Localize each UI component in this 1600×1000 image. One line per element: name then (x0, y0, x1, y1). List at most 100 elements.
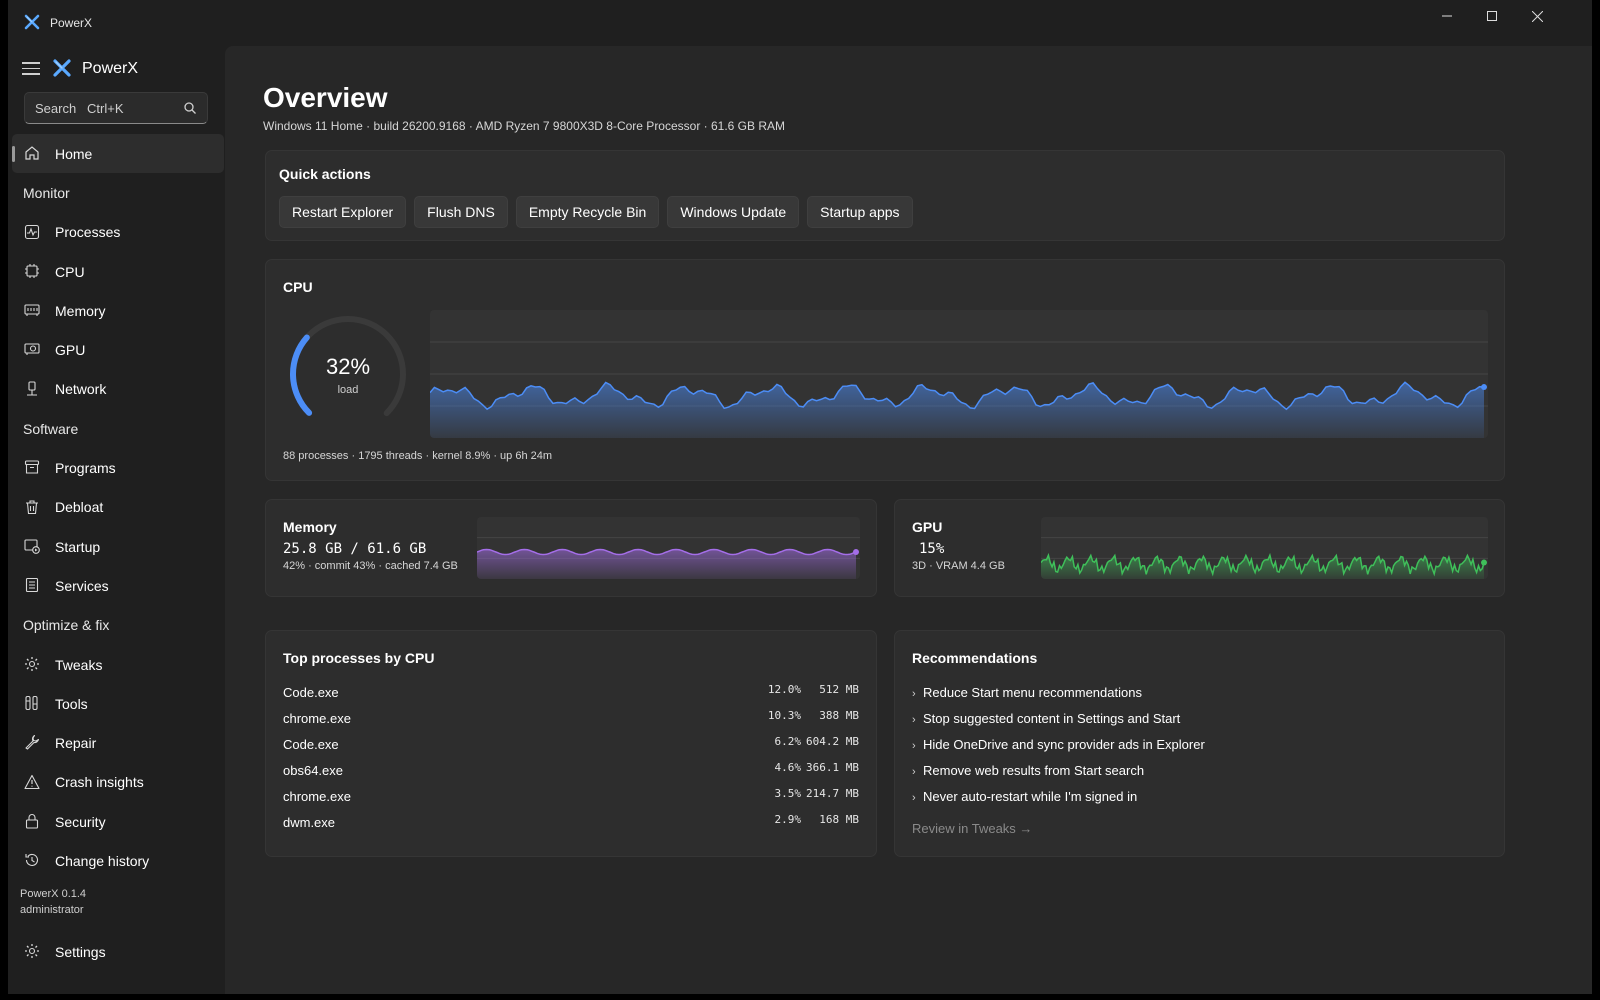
sidebar-item-tweaks[interactable]: Tweaks (8, 645, 228, 684)
home-icon (25, 146, 39, 160)
gpu-history-chart (1041, 517, 1488, 579)
process-row[interactable]: Code.exe 12.0% 512 MB (283, 683, 859, 705)
process-row[interactable]: chrome.exe 10.3% 388 MB (283, 709, 859, 731)
recommendations-card: Recommendations › Reduce Start menu recom… (894, 630, 1505, 857)
sidebar-footer: PowerX 0.1.4 administrator (20, 886, 86, 918)
memory-history-sparkline (477, 537, 860, 579)
sidebar-item-programs[interactable]: Programs (8, 448, 228, 487)
sidebar-item-network[interactable]: Network (8, 370, 228, 409)
network-icon (27, 381, 37, 396)
cpu-card: CPU 32% load 88 processes · 1795 threads… (265, 259, 1505, 481)
search-input[interactable]: Search Ctrl+K (24, 92, 208, 124)
recommendation-text: Stop suggested content in Settings and S… (923, 711, 1181, 726)
gpu-detail: 3D · VRAM 4.4 GB (912, 560, 1005, 572)
app-logo-icon (24, 14, 40, 30)
sidebar-item-crash-insights[interactable]: Crash insights (8, 763, 228, 802)
sidebar-item-label: Network (55, 381, 107, 398)
chevron-right-icon: › (912, 688, 916, 700)
sparkline-current-point (1481, 559, 1487, 566)
memory-icon (24, 304, 40, 317)
sidebar-item-gpu[interactable]: GPU (8, 330, 228, 369)
sidebar-item-label: Processes (55, 224, 121, 241)
sidebar-item-label: Tweaks (55, 656, 103, 673)
review-in-tweaks-link[interactable]: Review in Tweaks → (912, 821, 1032, 836)
hamburger-menu-icon[interactable] (22, 62, 40, 76)
sidebar-item-services[interactable]: Services (8, 566, 228, 605)
sparkline-current-point (1481, 384, 1487, 391)
empty-recycle-bin-button[interactable]: Empty Recycle Bin (515, 196, 660, 228)
process-name: chrome.exe (283, 711, 351, 726)
system-summary: Windows 11 Home · build 26200.9168 · AMD… (263, 119, 786, 133)
memory-history-chart (477, 517, 860, 579)
cpu-stats: 88 processes · 1795 threads · kernel 8.9… (283, 450, 553, 462)
recommendation-item[interactable]: › Remove web results from Start search (912, 763, 1144, 783)
process-cpu: 2.9% (774, 813, 802, 826)
sidebar-item-label: Startup (55, 538, 101, 555)
cpu-card-title: CPU (283, 279, 313, 295)
windows-update-button[interactable]: Windows Update (667, 196, 800, 228)
process-row[interactable]: chrome.exe 3.5% 214.7 MB (283, 787, 859, 809)
restart-explorer-button[interactable]: Restart Explorer (279, 196, 407, 228)
history-icon (25, 854, 39, 867)
sparkline-current-point (853, 549, 859, 555)
sidebar-nav: Home Monitor Processes CPU Memory GPU Ne… (8, 134, 228, 881)
sidebar-item-tools[interactable]: Tools (8, 684, 228, 723)
recommendation-item[interactable]: › Stop suggested content in Settings and … (912, 711, 1180, 731)
warning-icon (24, 774, 40, 789)
nav-group-monitor: Monitor (23, 184, 70, 201)
sidebar-item-processes[interactable]: Processes (8, 213, 228, 252)
sidebar-item-settings[interactable]: Settings (8, 932, 228, 971)
process-row[interactable]: Code.exe 6.2% 604.2 MB (283, 735, 859, 757)
archive-icon (24, 460, 40, 474)
recommendation-text: Never auto-restart while I'm signed in (923, 789, 1138, 804)
cpu-history-chart (430, 310, 1488, 438)
sidebar-item-label: Programs (55, 460, 116, 477)
process-memory: 366.1 MB (806, 761, 859, 774)
maximize-button[interactable] (1469, 0, 1515, 32)
top-processes-card: Top processes by CPU Code.exe 12.0% 512 … (265, 630, 877, 857)
memory-card: Memory 25.8 GB / 61.6 GB 42% · commit 43… (265, 499, 877, 597)
gear-icon (25, 944, 39, 958)
recommendation-item[interactable]: › Reduce Start menu recommendations (912, 685, 1142, 705)
sidebar-item-security[interactable]: Security (8, 802, 228, 841)
close-button[interactable] (1514, 0, 1560, 32)
process-name: dwm.exe (283, 815, 336, 830)
sidebar-item-memory[interactable]: Memory (8, 291, 228, 330)
flush-dns-button[interactable]: Flush DNS (414, 196, 508, 228)
sidebar-item-startup[interactable]: Startup (8, 527, 228, 566)
app-logo-icon (53, 59, 71, 77)
process-cpu: 6.2% (774, 735, 802, 748)
memory-card-title: Memory (283, 519, 337, 535)
process-memory: 214.7 MB (806, 787, 859, 800)
process-row[interactable]: dwm.exe 2.9% 168 MB (283, 813, 859, 835)
sidebar-item-label: Crash insights (55, 774, 144, 791)
sidebar-item-label: Home (55, 145, 93, 162)
sidebar-item-label: Settings (55, 943, 106, 960)
process-cpu: 3.5% (774, 787, 802, 800)
title-bar: PowerX (8, 0, 1592, 46)
sidebar-item-cpu[interactable]: CPU (8, 252, 228, 291)
sidebar-item-change-history[interactable]: Change history (8, 841, 228, 880)
sidebar-item-label: Debloat (55, 499, 104, 516)
sidebar-item-label: GPU (55, 342, 86, 359)
startup-apps-button[interactable]: Startup apps (807, 196, 913, 228)
sidebar-item-label: Security (55, 813, 106, 830)
search-icon[interactable] (183, 101, 197, 115)
process-cpu: 12.0% (767, 683, 801, 696)
recommendation-item[interactable]: › Hide OneDrive and sync provider ads in … (912, 737, 1205, 757)
process-row[interactable]: obs64.exe 4.6% 366.1 MB (283, 761, 859, 783)
process-name: Code.exe (283, 737, 339, 752)
minimize-button[interactable] (1424, 0, 1470, 32)
app-version: PowerX 0.1.4 (20, 888, 87, 900)
recommendation-item[interactable]: › Never auto-restart while I'm signed in (912, 789, 1137, 809)
memory-usage: 25.8 GB / 61.6 GB (283, 541, 427, 557)
nav-group-optimize: Optimize & fix (23, 617, 110, 634)
process-cpu: 10.3% (767, 709, 801, 722)
cpu-load-label: load (337, 384, 359, 396)
sidebar-item-repair[interactable]: Repair (8, 723, 228, 762)
search-placeholder: Search Ctrl+K (35, 100, 124, 116)
sidebar-item-debloat[interactable]: Debloat (8, 488, 228, 527)
wrench-icon (25, 735, 40, 751)
sidebar-item-home[interactable]: Home (12, 134, 224, 174)
lock-icon (25, 814, 39, 829)
